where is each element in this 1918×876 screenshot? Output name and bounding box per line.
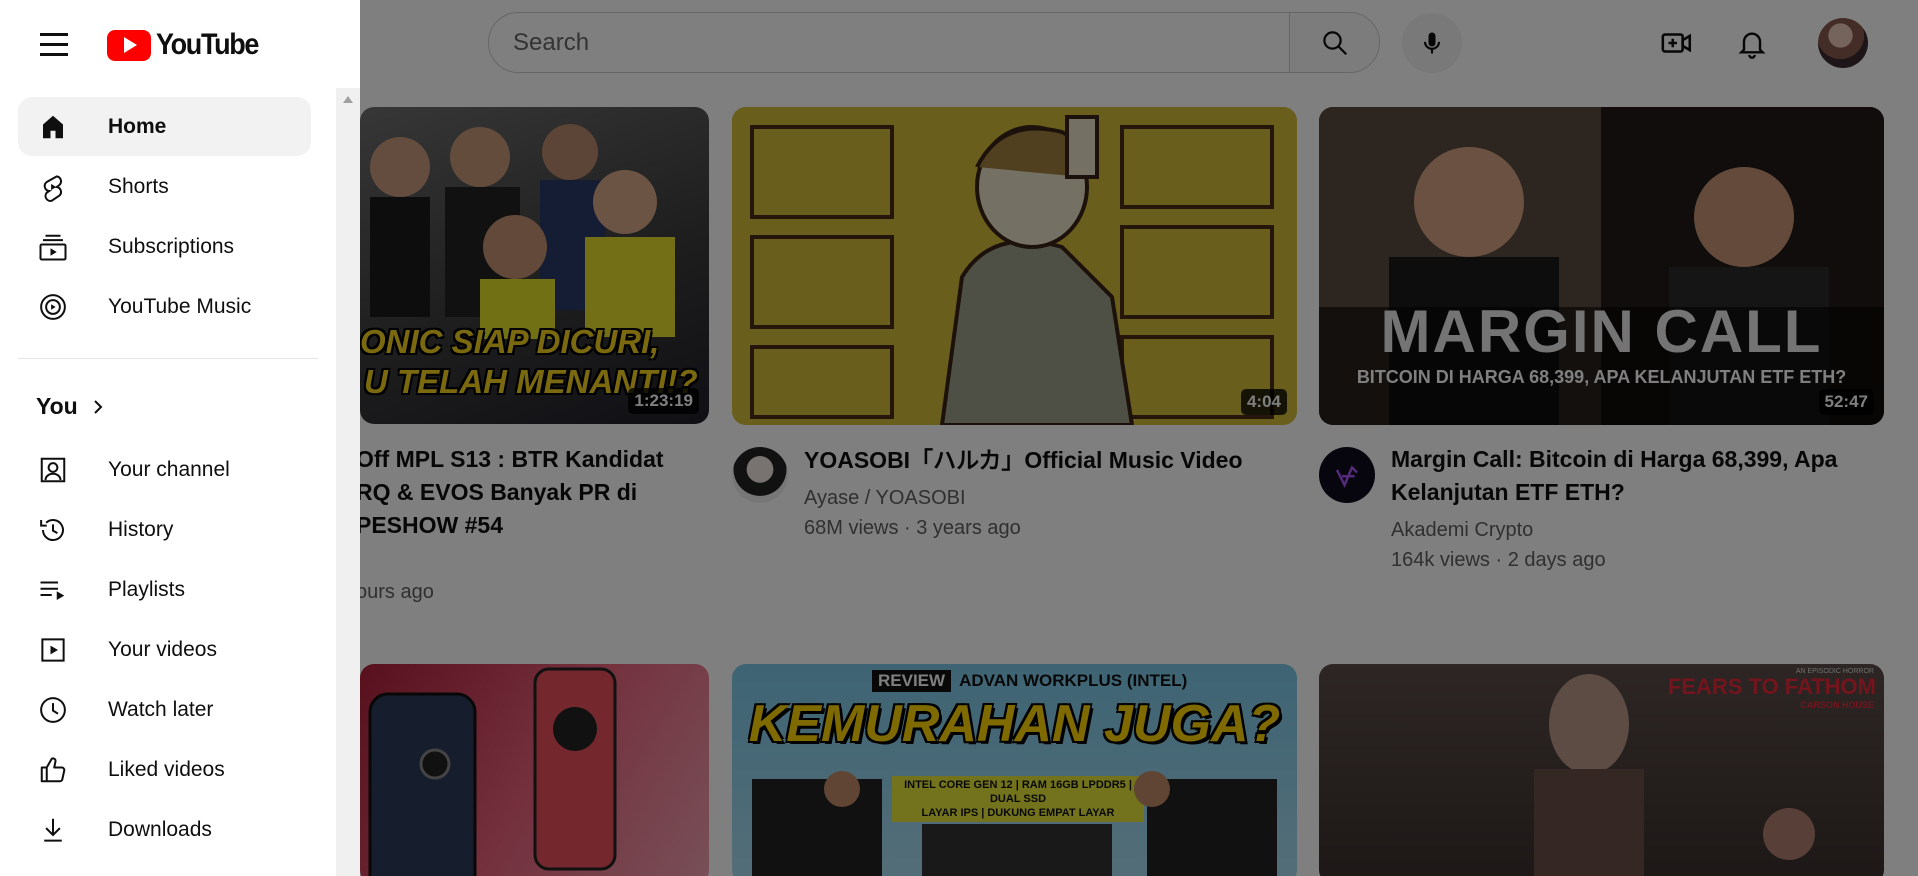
sidebar-item-subscriptions[interactable]: Subscriptions — [18, 217, 311, 276]
sidebar-item-label: Shorts — [108, 174, 169, 198]
sidebar-item-your-channel[interactable]: Your channel — [18, 440, 311, 499]
sidebar-item-label: Watch later — [108, 697, 214, 721]
sidebar-item-label: Playlists — [108, 577, 186, 601]
sidebar-divider — [18, 358, 318, 359]
sidebar-item-home[interactable]: Home — [18, 97, 311, 156]
shorts-icon — [35, 169, 71, 205]
history-icon — [35, 512, 71, 548]
sidebar: YouTube Home Shorts Subscriptions YouTub… — [0, 0, 360, 876]
sidebar-item-label: Downloads — [108, 817, 212, 841]
sidebar-item-label: Subscriptions — [108, 234, 235, 258]
playlists-icon — [35, 572, 71, 608]
hamburger-line — [40, 52, 68, 56]
youtube-music-icon — [35, 289, 71, 325]
sidebar-item-your-videos[interactable]: Your videos — [18, 620, 311, 679]
youtube-logo[interactable]: YouTube — [107, 28, 269, 62]
sidebar-scrollbar[interactable] — [336, 88, 360, 876]
sidebar-item-label: Liked videos — [108, 757, 225, 781]
sidebar-item-downloads[interactable]: Downloads — [18, 800, 311, 859]
watch-later-icon — [35, 692, 71, 728]
sidebar-item-watch-later[interactable]: Watch later — [18, 680, 311, 739]
sidebar-item-playlists[interactable]: Playlists — [18, 560, 311, 619]
you-section-header[interactable]: You — [36, 393, 106, 420]
your-videos-icon — [35, 632, 71, 668]
home-icon — [35, 109, 71, 145]
hamburger-line — [40, 42, 68, 46]
sidebar-item-history[interactable]: History — [18, 500, 311, 559]
your-channel-icon — [35, 452, 71, 488]
sidebar-item-label: YouTube Music — [108, 294, 252, 318]
logo-text: YouTube — [156, 28, 259, 61]
youtube-play-icon — [107, 29, 151, 61]
sidebar-item-label: Home — [108, 114, 167, 138]
sidebar-item-liked-videos[interactable]: Liked videos — [18, 740, 311, 799]
hamburger-line — [40, 32, 68, 36]
sidebar-item-youtube-music[interactable]: YouTube Music — [18, 277, 311, 336]
sidebar-item-shorts[interactable]: Shorts — [18, 157, 311, 216]
liked-videos-icon — [35, 752, 71, 788]
menu-button[interactable] — [30, 24, 78, 64]
scroll-up-arrow-icon[interactable] — [343, 96, 353, 103]
subscriptions-icon — [35, 229, 71, 265]
chevron-right-icon — [94, 399, 103, 414]
sidebar-item-label: History — [108, 517, 174, 541]
sidebar-item-label: Your channel — [108, 457, 230, 481]
downloads-icon — [35, 812, 71, 848]
sidebar-item-label: Your videos — [108, 637, 217, 661]
you-section-title: You — [36, 393, 78, 419]
